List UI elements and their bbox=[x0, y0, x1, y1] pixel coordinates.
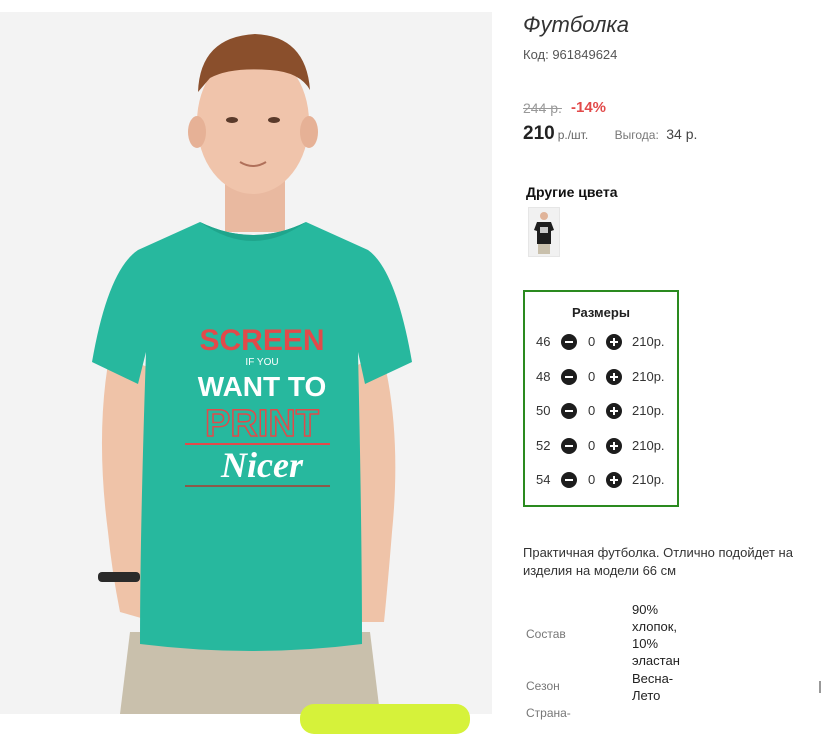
plus-icon[interactable] bbox=[606, 438, 622, 454]
current-price: 210 bbox=[523, 123, 555, 144]
sizes-title: Размеры bbox=[572, 305, 630, 320]
print-wantto-text: WANT TO bbox=[198, 371, 327, 402]
size-value: 48 bbox=[536, 369, 551, 384]
product-photo[interactable]: SCREEN IF YOU WANT TO PRINT Nicer bbox=[0, 12, 492, 714]
sizes-panel: Размеры 46 0 210р. 48 0 210р. 50 0 210р.… bbox=[523, 290, 679, 507]
size-price: 210р. bbox=[632, 472, 665, 487]
minus-icon[interactable] bbox=[561, 403, 577, 419]
plus-icon[interactable] bbox=[606, 334, 622, 350]
quantity-value: 0 bbox=[588, 438, 596, 453]
product-code: Код: 961849624 bbox=[523, 47, 618, 62]
size-row: 52 0 210р. bbox=[535, 436, 675, 456]
attr-season-value: Весна-Лето bbox=[632, 671, 674, 703]
size-row: 50 0 210р. bbox=[535, 401, 675, 421]
attr-season-label: Сезон bbox=[526, 679, 560, 693]
minus-icon[interactable] bbox=[561, 438, 577, 454]
plus-icon[interactable] bbox=[606, 403, 622, 419]
plus-icon[interactable] bbox=[606, 472, 622, 488]
minus-icon[interactable] bbox=[561, 369, 577, 385]
size-price: 210р. bbox=[632, 334, 665, 349]
price-unit: р./шт. bbox=[557, 128, 589, 142]
size-value: 46 bbox=[536, 334, 551, 349]
savings-value: 34 р. bbox=[666, 126, 698, 142]
quantity-value: 0 bbox=[588, 472, 596, 487]
divider bbox=[819, 681, 821, 693]
product-description: Практичная футболка. Отлично подойдет на… bbox=[523, 545, 793, 578]
product-title: Футболка bbox=[523, 12, 629, 37]
size-value: 54 bbox=[536, 472, 551, 487]
color-thumbnail-black[interactable] bbox=[528, 207, 560, 257]
size-price: 210р. bbox=[632, 403, 665, 418]
print-nicer-text: Nicer bbox=[220, 445, 304, 485]
product-photo-image: SCREEN IF YOU WANT TO PRINT Nicer bbox=[0, 12, 492, 714]
size-value: 50 bbox=[536, 403, 551, 418]
size-row: 46 0 210р. bbox=[535, 332, 675, 352]
discount-badge: -14% bbox=[571, 99, 607, 116]
size-row: 54 0 210р. bbox=[535, 470, 675, 490]
quantity-value: 0 bbox=[588, 334, 596, 349]
add-to-cart-button[interactable] bbox=[300, 704, 470, 734]
print-screen-text: SCREEN bbox=[199, 324, 324, 357]
print-ifyou-text: IF YOU bbox=[245, 357, 278, 368]
attr-composition-value: 90% хлопок, 10% эластан bbox=[632, 602, 680, 668]
quantity-value: 0 bbox=[588, 403, 596, 418]
price-row: 210 р./шт. Выгода: 34 р. bbox=[523, 123, 697, 145]
size-row: 48 0 210р. bbox=[535, 367, 675, 387]
size-price: 210р. bbox=[632, 369, 665, 384]
size-value: 52 bbox=[536, 438, 551, 453]
print-print-text: PRINT bbox=[205, 403, 319, 445]
old-price: 244 р. bbox=[523, 100, 562, 116]
savings-label: Выгода: bbox=[614, 128, 659, 142]
attr-composition-label: Состав bbox=[526, 627, 566, 641]
plus-icon[interactable] bbox=[606, 369, 622, 385]
color-thumbnail-image bbox=[529, 208, 559, 256]
minus-icon[interactable] bbox=[561, 334, 577, 350]
minus-icon[interactable] bbox=[561, 472, 577, 488]
other-colors-title: Другие цвета bbox=[526, 184, 618, 200]
size-price: 210р. bbox=[632, 438, 665, 453]
attr-country-label: Страна- bbox=[526, 706, 571, 720]
quantity-value: 0 bbox=[588, 369, 596, 384]
